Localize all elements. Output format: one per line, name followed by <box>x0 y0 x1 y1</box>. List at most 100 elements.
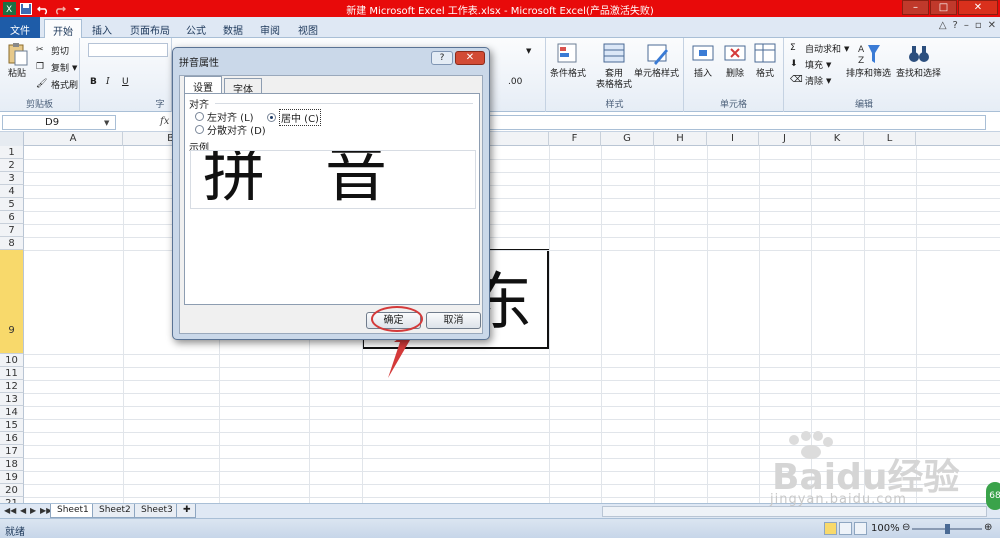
decimal-icon[interactable]: .00 <box>508 74 522 89</box>
format-as-table-button[interactable]: 套用 表格格式 <box>596 41 632 91</box>
sort-filter-button[interactable]: AZ 排序和筛选 <box>846 41 891 80</box>
zoom-out-icon[interactable]: ⊖ <box>902 522 910 533</box>
doc-restore-icon[interactable]: ▫ <box>975 20 982 31</box>
format-painter-button[interactable]: 🖌 格式刷 <box>36 77 78 92</box>
autosum-button[interactable]: Σ 自动求和 ▼ <box>790 41 849 56</box>
format-button[interactable]: 格式 <box>752 41 778 80</box>
cell-style-icon <box>647 44 668 65</box>
cell-styles-button[interactable]: 单元格样式 <box>634 41 679 80</box>
row-header-1[interactable]: 1 <box>0 146 24 159</box>
tab-home[interactable]: 开始 <box>44 19 82 39</box>
row-header-13[interactable]: 13 <box>0 393 24 406</box>
column-header-g[interactable]: G <box>601 132 654 146</box>
sheet-tab-3[interactable]: Sheet3 <box>134 504 180 518</box>
row-header-6[interactable]: 6 <box>0 211 24 224</box>
paste-button[interactable]: 粘贴 <box>4 41 30 80</box>
row-header-19[interactable]: 19 <box>0 471 24 484</box>
doc-minimize-icon[interactable]: – <box>964 20 969 31</box>
select-all-corner[interactable] <box>0 132 24 146</box>
row-header-10[interactable]: 10 <box>0 354 24 367</box>
row-header-7[interactable]: 7 <box>0 224 24 237</box>
minimize-button[interactable]: – <box>902 0 929 15</box>
horizontal-scrollbar[interactable] <box>602 506 987 517</box>
row-header-8[interactable]: 8 <box>0 237 24 250</box>
row-header-11[interactable]: 11 <box>0 367 24 380</box>
number-format-dropdown[interactable]: ▼ <box>526 43 531 58</box>
row-header-18[interactable]: 18 <box>0 458 24 471</box>
tab-page-layout[interactable]: 页面布局 <box>122 19 178 38</box>
font-group: B I U 字 <box>80 38 172 112</box>
row-header-9[interactable]: 9 <box>0 250 24 354</box>
column-header-a[interactable]: A <box>24 132 123 146</box>
prev-sheet-icon[interactable]: ◀ <box>20 506 26 515</box>
grid-column-line <box>601 146 602 503</box>
column-header-f[interactable]: F <box>549 132 601 146</box>
tab-insert[interactable]: 插入 <box>84 19 120 38</box>
tab-file[interactable]: 文件 <box>0 17 40 38</box>
bold-button[interactable]: B <box>90 74 97 89</box>
ribbon-tabs: 文件 开始 插入 页面布局 公式 数据 审阅 视图 △ ? – ▫ ✕ <box>0 17 1000 39</box>
row-header-20[interactable]: 20 <box>0 484 24 497</box>
underline-button[interactable]: U <box>122 74 129 89</box>
italic-button[interactable]: I <box>106 74 110 89</box>
zoom-level[interactable]: 100% <box>871 523 900 534</box>
page-break-view-icon[interactable] <box>854 522 867 535</box>
dialog-close-button[interactable]: ✕ <box>455 51 485 65</box>
grid-row-line <box>24 354 1000 355</box>
cut-button[interactable]: ✂ 剪切 <box>36 43 69 58</box>
tab-data[interactable]: 数据 <box>215 19 251 38</box>
clipboard-group: 粘贴 ✂ 剪切 ❐ 复制 ▼ 🖌 格式刷 剪贴板 <box>0 38 80 112</box>
name-box[interactable]: D9 <box>2 115 116 130</box>
row-header-14[interactable]: 14 <box>0 406 24 419</box>
font-name-select[interactable] <box>88 43 168 57</box>
maximize-button[interactable]: □ <box>930 0 957 15</box>
close-button[interactable]: ✕ <box>958 0 998 15</box>
copy-button[interactable]: ❐ 复制 ▼ <box>36 60 77 75</box>
normal-view-icon[interactable] <box>824 522 837 535</box>
row-header-15[interactable]: 15 <box>0 419 24 432</box>
insert-function-icon[interactable]: fx <box>160 116 169 127</box>
row-header-4[interactable]: 4 <box>0 185 24 198</box>
row-header-5[interactable]: 5 <box>0 198 24 211</box>
radio-distributed-align[interactable]: 分散对齐 (D) <box>195 122 266 137</box>
row-header-2[interactable]: 2 <box>0 159 24 172</box>
new-sheet-icon[interactable]: ✚ <box>176 504 196 518</box>
tab-review[interactable]: 审阅 <box>252 19 288 38</box>
cancel-button[interactable]: 取消 <box>426 312 481 329</box>
ribbon-right-controls: △ ? – ▫ ✕ <box>939 20 996 31</box>
row-header-12[interactable]: 12 <box>0 380 24 393</box>
tab-formulas[interactable]: 公式 <box>178 19 214 38</box>
sheet-tab-1[interactable]: Sheet1 <box>50 504 96 518</box>
sheet-tab-2[interactable]: Sheet2 <box>92 504 138 518</box>
conditional-format-button[interactable]: 条件格式 <box>550 41 586 80</box>
styles-group: 条件格式 套用 表格格式 单元格样式 样式 <box>546 38 684 112</box>
row-header-3[interactable]: 3 <box>0 172 24 185</box>
name-box-dropdown-icon[interactable]: ▼ <box>104 119 109 127</box>
tab-view[interactable]: 视图 <box>290 19 326 38</box>
column-header-j[interactable]: J <box>759 132 811 146</box>
delete-button[interactable]: 删除 <box>722 41 748 80</box>
first-sheet-icon[interactable]: ◀◀ <box>4 506 16 515</box>
column-header-l[interactable]: L <box>864 132 916 146</box>
row-header-16[interactable]: 16 <box>0 432 24 445</box>
clear-button[interactable]: ⌫ 清除 ▼ <box>790 73 831 88</box>
fill-button[interactable]: ⬇ 填充 ▼ <box>790 57 831 72</box>
zoom-in-icon[interactable]: ⊕ <box>984 522 992 533</box>
tab-font[interactable]: 字体 <box>224 78 262 96</box>
column-header-h[interactable]: H <box>654 132 707 146</box>
page-layout-view-icon[interactable] <box>839 522 852 535</box>
dialog-help-button[interactable]: ? <box>431 51 453 65</box>
zoom-slider-knob[interactable] <box>945 524 950 534</box>
tab-settings[interactable]: 设置 <box>184 76 222 94</box>
insert-button[interactable]: 插入 <box>690 41 716 80</box>
radio-center-align[interactable]: 居中 (C) <box>267 109 321 126</box>
minimize-ribbon-icon[interactable]: △ <box>939 20 947 31</box>
doc-close-icon[interactable]: ✕ <box>988 20 996 31</box>
cells-group-label: 单元格 <box>719 100 747 110</box>
find-select-button[interactable]: 查找和选择 <box>896 41 941 80</box>
column-header-i[interactable]: I <box>707 132 759 146</box>
next-sheet-icon[interactable]: ▶ <box>30 506 36 515</box>
help-icon[interactable]: ? <box>953 20 958 31</box>
row-header-17[interactable]: 17 <box>0 445 24 458</box>
column-header-k[interactable]: K <box>811 132 864 146</box>
